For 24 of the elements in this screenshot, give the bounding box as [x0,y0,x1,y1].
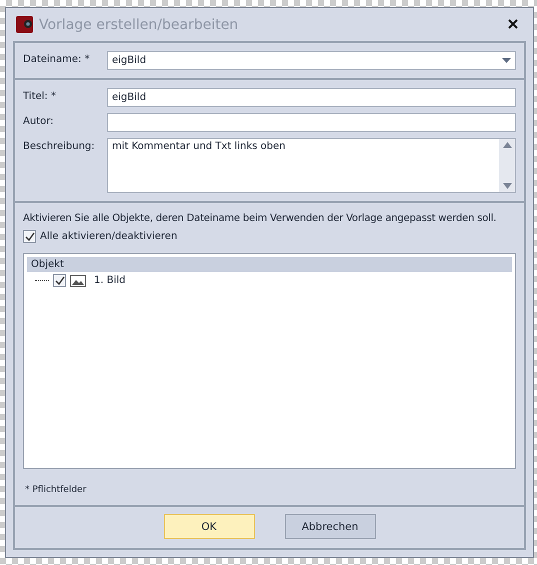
window-title: Vorlage erstellen/bearbeiten [39,16,240,32]
close-icon[interactable] [508,19,518,29]
object-label[interactable]: 1. Bild [94,275,126,286]
scroll-up-icon[interactable] [502,142,512,148]
image-icon [70,274,86,286]
input-field[interactable]: eigBild [107,88,516,107]
field-label: Beschreibung: [23,140,96,152]
required-footnote: * Pflichtfelder [24,484,88,497]
checkbox-label: Alle aktivieren/deaktivieren [40,231,178,242]
object-checkbox[interactable] [53,274,66,287]
field-label: Dateiname: * [23,53,91,65]
field-label: Titel: * [23,90,57,102]
select-all-checkbox[interactable] [23,230,36,243]
filename-dropdown[interactable]: eigBild [107,51,516,70]
column-header: Objekt [27,257,512,272]
input-field[interactable]: mit Kommentar und Txt links oben [107,138,516,193]
field-label: Autor: [23,115,55,127]
hint-text: Aktivieren Sie alle Objekte, deren Dateiname beim Verwenden der Vorlage angepasst werden soll. [23,213,498,224]
dropdown-arrow-icon [502,58,511,63]
dialog-button[interactable]: Abbrechen [284,514,376,539]
scroll-down-icon[interactable] [502,183,512,189]
app-icon [16,16,33,33]
input-field[interactable] [107,113,516,132]
dialog-button[interactable]: OK [164,514,254,539]
